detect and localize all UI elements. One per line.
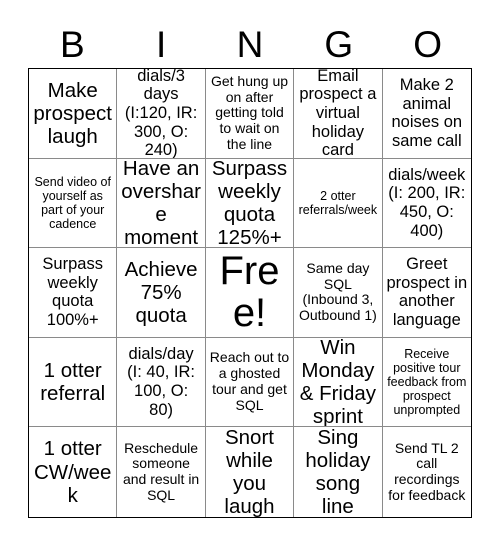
bingo-cell[interactable]: Reschedule someone and result in SQL	[117, 427, 206, 517]
bingo-header-letter-b: B	[60, 23, 85, 65]
bingo-cell[interactable]: Email prospect a virtual holiday card	[294, 69, 383, 159]
bingo-cell[interactable]: dials/week (I: 200, IR: 450, O: 400)	[382, 158, 471, 249]
bingo-cell-label: Reach out to a ghosted tour and get SQL	[209, 349, 290, 413]
bingo-cell[interactable]: Same day SQL (Inbound 3, Outbound 1)	[294, 248, 383, 338]
bingo-cell[interactable]: Surpass weekly quota 100%+	[29, 248, 118, 338]
bingo-cell-label: 1 otter CW/week	[33, 437, 112, 507]
bingo-cell[interactable]: Receive positive tour feedback from pros…	[382, 337, 471, 428]
bingo-header-letter-i: I	[156, 23, 167, 65]
bingo-header-letter-g: G	[324, 23, 354, 65]
bingo-cell[interactable]: Have an overshare moment	[117, 158, 206, 249]
bingo-cell-label: Make 2 animal noises on same call	[391, 76, 463, 150]
bingo-card: B I N G O Make prospect laugh dials/3 days (I…	[0, 0, 500, 544]
bingo-cell-label: Get hung up on after getting told to wai…	[210, 72, 289, 153]
bingo-cell-label: Greet prospect in another language	[386, 255, 468, 330]
bingo-cell-label: Win Monday & Friday sprint	[299, 337, 377, 428]
bingo-cell-label: Send video of yourself as part of your c…	[34, 174, 111, 232]
bingo-cell[interactable]: Snort while you laugh	[205, 427, 295, 517]
bingo-cell[interactable]: dials/day (I: 40, IR: 100, O: 80)	[117, 337, 206, 428]
bingo-cell[interactable]: Sing holiday song line	[294, 427, 383, 517]
bingo-cell[interactable]: 1 otter CW/week	[29, 427, 118, 517]
bingo-cell[interactable]: Greet prospect in another language	[382, 248, 471, 338]
bingo-cell[interactable]: 1 otter referral	[29, 337, 118, 428]
bingo-cell-label: Have an overshare moment	[121, 158, 201, 249]
bingo-cell[interactable]: Make prospect laugh	[29, 69, 118, 159]
bingo-cell-label: dials/3 days (I:120, IR: 300, O: 240)	[124, 69, 198, 159]
bingo-cell-label: Achieve 75% quota	[124, 257, 198, 328]
bingo-cell-label: Reschedule someone and result in SQL	[122, 439, 200, 503]
bingo-cell[interactable]: Send video of yourself as part of your c…	[29, 158, 118, 249]
bingo-cell-label: Sing holiday song line	[305, 427, 371, 517]
bingo-cell-label: Free!	[219, 249, 280, 336]
bingo-cell-free[interactable]: Free!	[205, 248, 295, 338]
bingo-cell-label: dials/week (I: 200, IR: 450, O: 400)	[388, 165, 466, 240]
bingo-cell[interactable]: Send TL 2 call recordings for feedback	[382, 427, 471, 517]
bingo-cell[interactable]: Reach out to a ghosted tour and get SQL	[205, 337, 295, 428]
bingo-cell-label: Email prospect a virtual holiday card	[299, 69, 377, 159]
bingo-cell[interactable]: Get hung up on after getting told to wai…	[205, 69, 295, 159]
bingo-cell-label: Make prospect laugh	[33, 78, 113, 148]
bingo-cell-label: Send TL 2 call recordings for feedback	[388, 439, 466, 503]
bingo-cell[interactable]: Win Monday & Friday sprint	[294, 337, 383, 428]
bingo-cell[interactable]: dials/3 days (I:120, IR: 300, O: 240)	[117, 69, 206, 159]
bingo-cell-label: Receive positive tour feedback from pros…	[387, 346, 467, 418]
bingo-cell-label: Same day SQL (Inbound 3, Outbound 1)	[298, 259, 377, 324]
bingo-grid: Make prospect laugh dials/3 days (I:120, …	[28, 68, 472, 518]
bingo-cell-label: Surpass weekly quota 100%+	[42, 255, 103, 330]
bingo-cell-label: Surpass weekly quota 125%+	[211, 158, 288, 249]
bingo-cell-label: 2 otter referrals/week	[298, 188, 378, 217]
bingo-cell-label: Snort while you laugh	[224, 427, 275, 517]
bingo-header: BINGO	[28, 20, 472, 68]
bingo-header-letter-o: O	[413, 23, 442, 65]
bingo-cell[interactable]: Make 2 animal noises on same call	[382, 69, 471, 159]
bingo-cell-label: 1 otter referral	[40, 358, 106, 406]
bingo-cell-label: dials/day (I: 40, IR: 100, O: 80)	[127, 344, 196, 419]
bingo-header-letter-n: N	[236, 23, 264, 65]
bingo-cell[interactable]: Surpass weekly quota 125%+	[205, 158, 295, 249]
bingo-cell[interactable]: Achieve 75% quota	[117, 248, 206, 338]
bingo-cell[interactable]: 2 otter referrals/week	[294, 158, 383, 249]
